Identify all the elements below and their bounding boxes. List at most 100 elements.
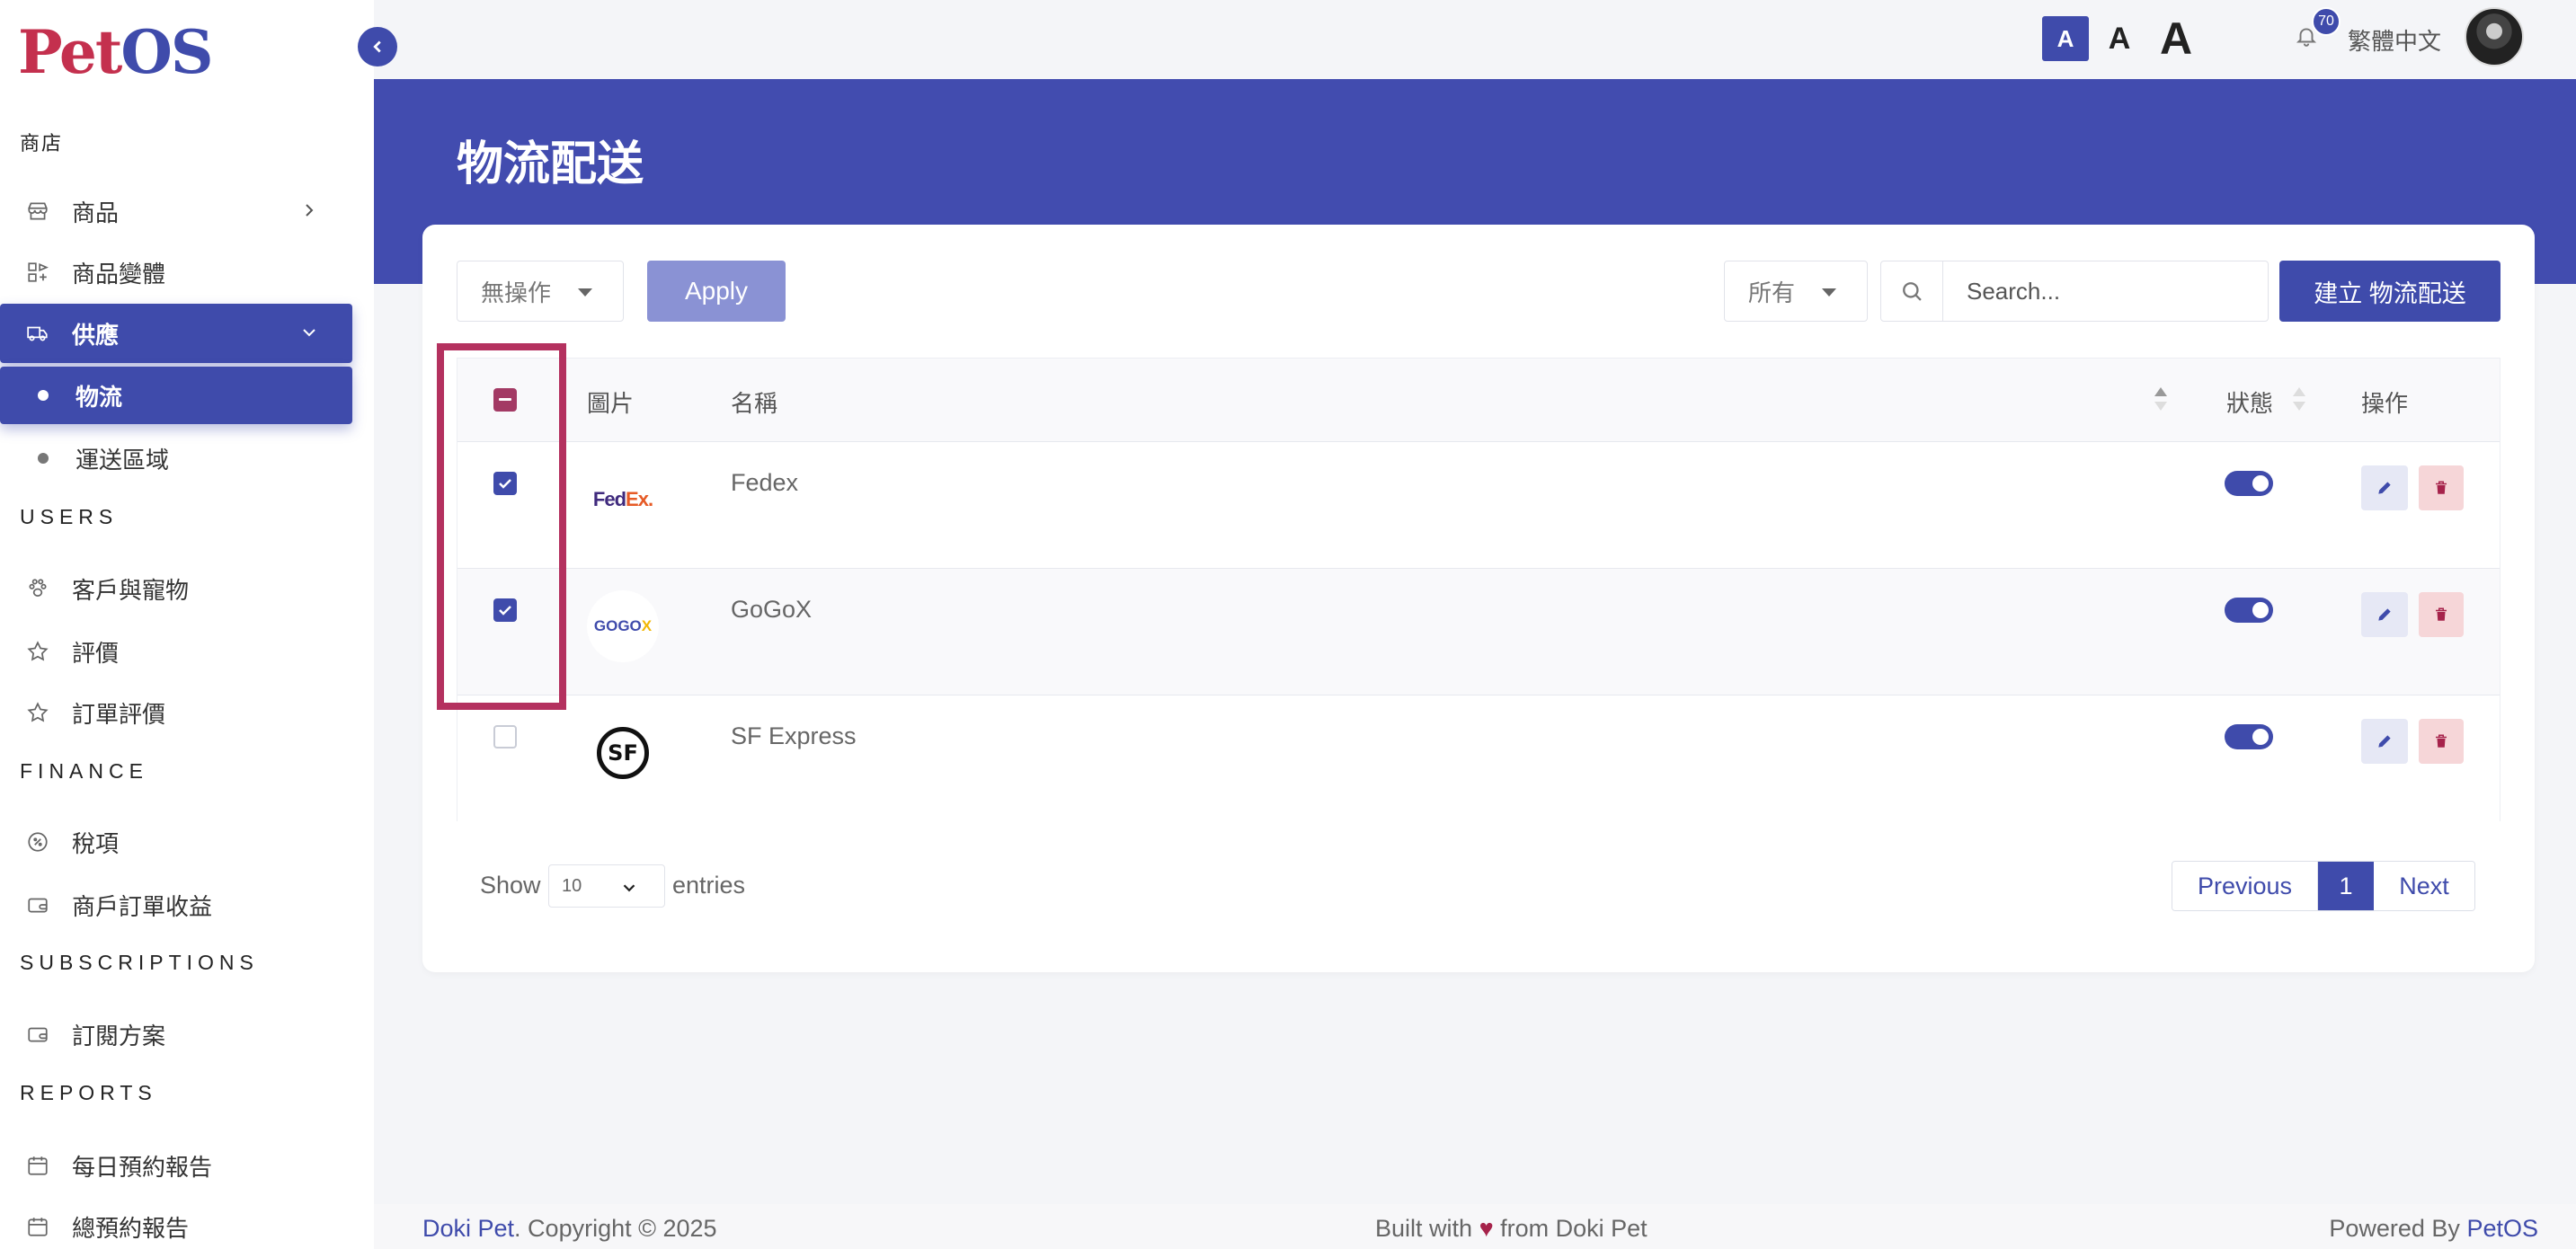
pencil-icon xyxy=(2378,482,2391,494)
sidebar-item-delivery-zones[interactable]: 運送區域 xyxy=(0,430,352,487)
status-filter-select[interactable]: 所有 xyxy=(1724,261,1868,322)
fedex-logo: Fed Ex. xyxy=(587,464,659,536)
sidebar-item-label: 運送區域 xyxy=(76,446,170,474)
calendar-icon xyxy=(25,1214,50,1239)
create-logistics-button[interactable]: 建立 物流配送 xyxy=(2279,261,2500,322)
wallet-icon xyxy=(25,892,50,917)
caret-down-icon xyxy=(578,288,592,297)
entries-value: 10 xyxy=(562,875,582,896)
next-page-button[interactable]: Next xyxy=(2374,862,2474,910)
trash-icon xyxy=(2436,481,2447,494)
powered-brand-link[interactable]: PetOS xyxy=(2466,1215,2538,1242)
font-size-small-button[interactable]: A xyxy=(2042,16,2089,61)
search-input[interactable] xyxy=(1943,261,2268,321)
edit-button[interactable] xyxy=(2361,719,2408,764)
truck-icon xyxy=(25,321,50,346)
sf-express-logo: SF xyxy=(587,717,659,789)
sidebar-item-merchant-revenue[interactable]: 商戶訂單收益 xyxy=(0,875,352,935)
apply-button[interactable]: Apply xyxy=(647,261,786,322)
language-switcher[interactable]: 繁體中文 xyxy=(2348,23,2441,57)
built-from-text: from Doki Pet xyxy=(1500,1215,1648,1242)
sidebar-item-label: 商品變體 xyxy=(72,260,166,288)
sort-icon[interactable] xyxy=(2153,385,2169,417)
gogox-logo: GOGO X xyxy=(587,590,659,662)
sidebar-item-logistics[interactable]: 物流 xyxy=(0,367,352,424)
footer-powered-by: Powered By PetOS xyxy=(2329,1215,2538,1243)
status-toggle[interactable] xyxy=(2225,724,2273,749)
logo-part-os: OS xyxy=(120,17,213,87)
store-icon xyxy=(25,199,50,224)
sidebar-item-products[interactable]: 商品 xyxy=(0,182,352,241)
edit-button[interactable] xyxy=(2361,465,2408,510)
sidebar-item-tax[interactable]: 稅項 xyxy=(0,812,352,872)
star-icon xyxy=(25,700,50,725)
row-checkbox[interactable] xyxy=(493,725,517,749)
sidebar-item-label: 評價 xyxy=(72,639,120,667)
sidebar-item-label: 物流 xyxy=(76,383,123,411)
sidebar-item-label: 訂單評價 xyxy=(72,700,166,728)
row-name: GoGoX xyxy=(731,596,813,623)
edit-button[interactable] xyxy=(2361,592,2408,637)
percent-icon xyxy=(25,829,50,855)
sidebar-item-label: 稅項 xyxy=(72,829,120,857)
copyright-text: . Copyright © 2025 xyxy=(514,1215,717,1242)
sidebar-item-customers-pets[interactable]: 客戶與寵物 xyxy=(0,559,352,618)
status-toggle[interactable] xyxy=(2225,471,2273,496)
table-row: SF SF Express xyxy=(457,695,2500,821)
pencil-icon xyxy=(2378,735,2391,748)
logistics-table: 圖片 名稱 狀態 操作 Fed Ex. Fedex GOGO X GoGoX S… xyxy=(457,358,2500,821)
column-header-status[interactable]: 狀態 xyxy=(2226,385,2273,419)
section-reports: REPORTS xyxy=(20,1081,157,1104)
section-shop: 商店 xyxy=(20,132,64,155)
logo-part-pet: Pet xyxy=(18,17,122,87)
status-filter-value: 所有 xyxy=(1748,279,1796,306)
entries-per-page-select[interactable]: 10 xyxy=(548,864,665,908)
variants-icon xyxy=(25,260,50,285)
sidebar-item-plans[interactable]: 訂閱方案 xyxy=(0,1005,352,1064)
company-link[interactable]: Doki Pet xyxy=(422,1215,514,1242)
column-header-name[interactable]: 名稱 xyxy=(731,385,777,419)
bulk-action-select[interactable]: 無操作 xyxy=(457,261,624,322)
sidebar-item-daily-report[interactable]: 每日預約報告 xyxy=(0,1136,352,1195)
show-label: Show xyxy=(480,872,541,899)
chevron-down-icon xyxy=(623,884,635,892)
delete-button[interactable] xyxy=(2419,592,2464,637)
row-name: Fedex xyxy=(731,469,799,496)
caret-down-icon xyxy=(1822,288,1836,297)
column-header-image: 圖片 xyxy=(587,390,635,417)
previous-page-button[interactable]: Previous xyxy=(2172,862,2318,910)
sidebar: PetOS 商店 商品 商品變體 供應 物流 運送區域 USERS 客戶與寵物 … xyxy=(0,0,374,1249)
heart-icon: ♥ xyxy=(1479,1215,1494,1242)
sidebar-item-label: 商戶訂單收益 xyxy=(72,892,213,920)
footer-built-with: Built with ♥ from Doki Pet xyxy=(1375,1215,1648,1243)
star-icon xyxy=(25,639,50,664)
collapse-sidebar-button[interactable] xyxy=(358,27,397,66)
page-1-button[interactable]: 1 xyxy=(2318,862,2374,910)
chevron-down-icon xyxy=(298,322,320,350)
delete-button[interactable] xyxy=(2419,719,2464,764)
sidebar-item-supply[interactable]: 供應 xyxy=(0,304,352,363)
avatar[interactable] xyxy=(2465,7,2524,66)
sidebar-item-order-reviews[interactable]: 訂單評價 xyxy=(0,683,352,742)
checkbox-highlight-box xyxy=(437,343,566,710)
chevron-left-icon xyxy=(373,40,381,53)
search-icon xyxy=(1881,261,1943,321)
status-toggle[interactable] xyxy=(2225,598,2273,623)
footer-copyright: Doki Pet. Copyright © 2025 xyxy=(422,1215,717,1243)
pencil-icon xyxy=(2378,608,2391,621)
sidebar-item-total-report[interactable]: 總預約報告 xyxy=(0,1197,352,1249)
sidebar-item-label: 商品 xyxy=(72,199,120,226)
font-size-medium-button[interactable]: A xyxy=(2101,16,2137,61)
trash-icon xyxy=(2436,607,2447,621)
section-users: USERS xyxy=(20,505,119,528)
section-subscriptions: SUBSCRIPTIONS xyxy=(20,951,259,974)
petos-logo[interactable]: PetOS xyxy=(18,16,214,88)
sidebar-item-variants[interactable]: 商品變體 xyxy=(0,243,352,302)
delete-button[interactable] xyxy=(2419,465,2464,510)
sidebar-item-reviews[interactable]: 評價 xyxy=(0,622,352,681)
trash-icon xyxy=(2436,734,2447,748)
sidebar-item-label: 客戶與寵物 xyxy=(72,576,190,604)
sort-icon[interactable] xyxy=(2291,385,2307,417)
font-size-large-button[interactable]: A xyxy=(2154,13,2198,64)
bullet-icon xyxy=(38,453,49,464)
